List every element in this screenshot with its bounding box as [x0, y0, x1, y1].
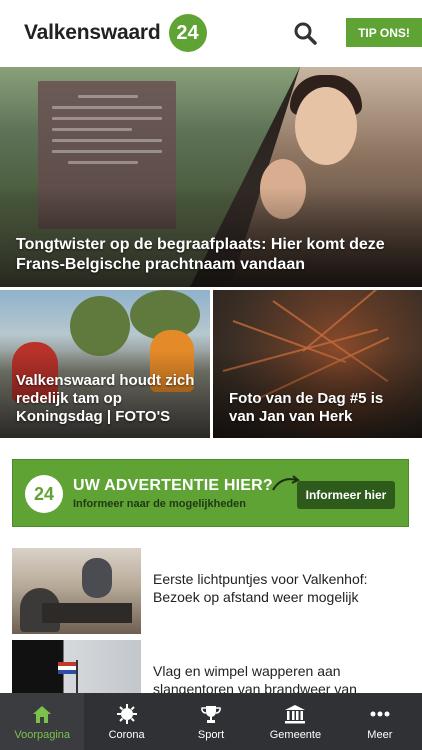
- app-header: Valkenswaard 24 TIP ONS!: [0, 0, 422, 66]
- virus-icon: [116, 703, 138, 725]
- trophy-icon: [200, 703, 222, 725]
- brand-logo[interactable]: Valkenswaard 24: [24, 14, 207, 52]
- tile-title: Valkenswaard houdt zich redelijk tam op …: [16, 372, 195, 425]
- nav-label: Gemeente: [269, 728, 322, 741]
- nav-item-corona[interactable]: Corona: [84, 693, 168, 750]
- search-icon: [294, 22, 317, 45]
- article-tile-foto-van-de-dag[interactable]: Foto van de Dag #5 is van Jan van Herk: [213, 290, 422, 438]
- nav-item-meer[interactable]: Meer: [338, 693, 422, 750]
- more-icon: [369, 703, 391, 725]
- ad-headline: UW ADVERTENTIE HIER?: [73, 477, 273, 494]
- flag-graphic: [58, 670, 76, 674]
- article-title: Eerste lichtpuntjes voor Valkenhof: Bezo…: [153, 571, 368, 605]
- hero-title: Tongtwister op de begraafplaats: Hier ko…: [16, 236, 385, 273]
- building-icon: [284, 703, 306, 725]
- nav-label: Corona: [108, 728, 145, 741]
- brand-badge: 24: [168, 14, 207, 52]
- article-thumbnail: [12, 548, 141, 634]
- ad-logo: 24: [25, 475, 63, 513]
- nav-item-gemeente[interactable]: Gemeente: [253, 693, 337, 750]
- hero-article[interactable]: Tongtwister op de begraafplaats: Hier ko…: [0, 67, 422, 287]
- nav-label: Sport: [197, 728, 225, 741]
- nav-item-sport[interactable]: Sport: [169, 693, 253, 750]
- tree-graphic: [70, 296, 130, 356]
- nav-item-voorpagina[interactable]: Voorpagina: [0, 693, 85, 750]
- search-button[interactable]: [290, 18, 320, 48]
- portrait-face-man: [295, 87, 357, 165]
- nav-label: Voorpagina: [14, 728, 71, 741]
- person-graphic: [82, 558, 112, 598]
- article-tile-koningsdag[interactable]: Valkenswaard houdt zich redelijk tam op …: [0, 290, 210, 438]
- advertisement-banner[interactable]: 24 UW ADVERTENTIE HIER? Informeer naar d…: [12, 459, 409, 527]
- nav-label: Meer: [367, 728, 393, 741]
- bottom-navigation: Voorpagina Corona Sport Gemeente Meer: [0, 693, 422, 750]
- table-graphic: [42, 603, 132, 623]
- ad-cta-button[interactable]: Informeer hier: [297, 481, 395, 509]
- brand-name: Valkenswaard: [24, 21, 161, 44]
- ad-subline: Informeer naar de mogelijkheden: [73, 498, 246, 510]
- tip-button[interactable]: TIP ONS!: [346, 18, 422, 47]
- home-icon: [31, 703, 53, 725]
- tile-title: Foto van de Dag #5 is van Jan van Herk: [229, 390, 384, 425]
- list-item[interactable]: Eerste lichtpuntjes voor Valkenhof: Bezo…: [12, 548, 422, 636]
